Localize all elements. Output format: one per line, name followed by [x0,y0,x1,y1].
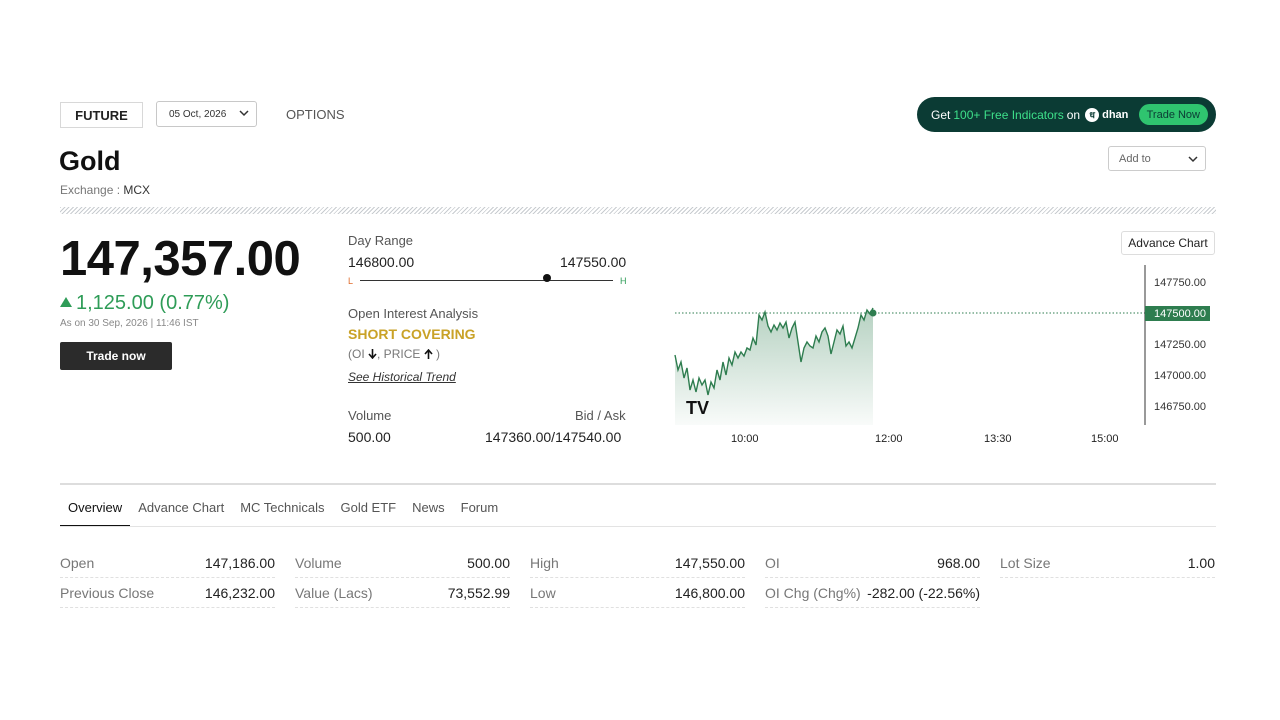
tv-logo-text: TV [686,398,709,418]
tab-mc-technicals[interactable]: MC Technicals [232,500,332,527]
stat-value: 968.00 [937,554,980,571]
page-title: Gold [59,146,121,176]
exchange-info: Exchange : MCX [60,183,150,197]
day-range-low: 146800.00 [348,254,415,270]
y-tick: 146750.00 [1154,401,1206,413]
oi-note-price: , PRICE [377,347,421,361]
bid-ask-label: Bid / Ask [575,408,626,423]
up-arrow-icon [60,297,72,307]
as-of-timestamp: As on 30 Sep, 2026 | 11:46 IST [60,318,199,329]
day-range-label: Day Range [348,233,414,248]
stat-oi-change: OI Chg (Chg%) -282.00 (-22.56%) [765,578,980,608]
volume-label: Volume [348,408,392,423]
y-tick: 147250.00 [1154,339,1206,351]
stat-label: Previous Close [60,584,155,601]
stat-label: High [530,554,559,571]
tab-future-label: FUTURE [75,107,128,123]
x-tick: 12:00 [875,433,903,445]
stat-high: High 147,550.00 [530,548,745,578]
stat-label: Lot Size [1000,554,1051,571]
x-tick: 10:00 [731,433,759,445]
dhan-brand: dhan [1102,108,1129,121]
promo-highlight: 100+ Free Indicators [953,107,1064,122]
tab-options[interactable]: OPTIONS [286,107,345,122]
expiry-date-value: 05 Oct, 2026 [169,108,227,120]
last-price: 147,357.00 [60,232,301,286]
day-range-bar [360,280,613,281]
historical-trend-link[interactable]: See Historical Trend [348,370,456,384]
section-divider [60,483,1216,485]
tab-overview[interactable]: Overview [60,500,131,527]
stat-label: OI [765,554,780,571]
tab-news[interactable]: News [404,500,453,527]
intraday-chart[interactable]: TV 147750.00 147500.00 147250.00 147000.… [660,230,1220,455]
promo-on: on [1066,107,1081,122]
tab-gold-etf[interactable]: Gold ETF [332,500,404,527]
day-range-high: 147550.00 [560,254,627,270]
stat-label: Value (Lacs) [295,584,373,601]
tab-future[interactable]: FUTURE [60,102,143,128]
stat-volume: Volume 500.00 [295,548,510,578]
stat-label: Low [530,584,556,601]
promo-banner[interactable]: Get 100+ Free Indicators on ध dhan Trade… [917,97,1216,132]
oi-note: (OI , PRICE ) [348,347,440,361]
detail-tabs: Overview Advance Chart MC Technicals Gol… [60,500,506,527]
stat-value: -282.00 (-22.56%) [867,584,980,601]
tabs-underline [60,526,1216,527]
low-marker: L [348,276,354,286]
stat-value: 146,232.00 [204,584,275,601]
dhan-logo-icon: ध [1085,107,1100,122]
chevron-down-icon [239,110,249,117]
stat-value: 1.00 [1187,554,1215,571]
tab-forum[interactable]: Forum [453,500,507,527]
oi-note-close: ) [436,347,441,361]
stat-open: Open 147,186.00 [60,548,275,578]
arrow-up-icon [424,348,433,359]
arrow-down-icon [368,349,377,360]
stat-value: 73,552.99 [447,584,510,601]
stat-low: Low 146,800.00 [530,578,745,608]
oi-analysis-label: Open Interest Analysis [348,306,479,321]
stat-value-lacs: Value (Lacs) 73,552.99 [295,578,510,608]
add-to-label: Add to [1119,152,1151,165]
hatched-divider [60,207,1216,214]
stat-label: Volume [295,554,342,571]
stat-previous-close: Previous Close 146,232.00 [60,578,275,608]
current-price-label: 147500.00 [1154,308,1206,320]
promo-trade-now-button[interactable]: Trade Now [1138,104,1208,125]
bid-ask-value: 147360.00/147540.00 [485,429,622,445]
add-to-select[interactable]: Add to [1108,146,1206,171]
expiry-date-select[interactable]: 05 Oct, 2026 [156,101,257,127]
chevron-down-icon [1188,156,1198,163]
stat-value: 500.00 [467,554,510,571]
volume-value: 500.00 [348,429,391,445]
exchange-label: Exchange : [60,183,121,197]
stat-value: 147,186.00 [204,554,275,571]
price-change-value: 1,125.00 (0.77%) [76,292,230,314]
x-tick: 13:30 [984,433,1012,445]
stat-label: Open [60,554,95,571]
price-change: 1,125.00 (0.77%) [60,292,229,315]
high-marker: H [620,276,627,286]
stat-oi: OI 968.00 [765,548,980,578]
stat-value: 146,800.00 [674,584,745,601]
oi-note-oi: (OI [348,347,365,361]
promo-prefix: Get [931,107,951,122]
tradingview-logo: TV [686,398,709,418]
y-tick: 147750.00 [1154,277,1206,289]
stat-label: OI Chg (Chg%) [765,584,861,601]
oi-signal: SHORT COVERING [348,326,476,342]
current-price-dot [869,309,877,317]
x-tick: 15:00 [1091,433,1119,445]
trade-now-button[interactable]: Trade now [60,342,172,370]
y-tick: 147000.00 [1154,370,1206,382]
stat-lot-size: Lot Size 1.00 [1000,548,1215,578]
day-range-indicator [543,274,551,282]
stat-value: 147,550.00 [674,554,745,571]
tab-advance-chart[interactable]: Advance Chart [130,500,232,527]
exchange-value: MCX [123,183,151,197]
